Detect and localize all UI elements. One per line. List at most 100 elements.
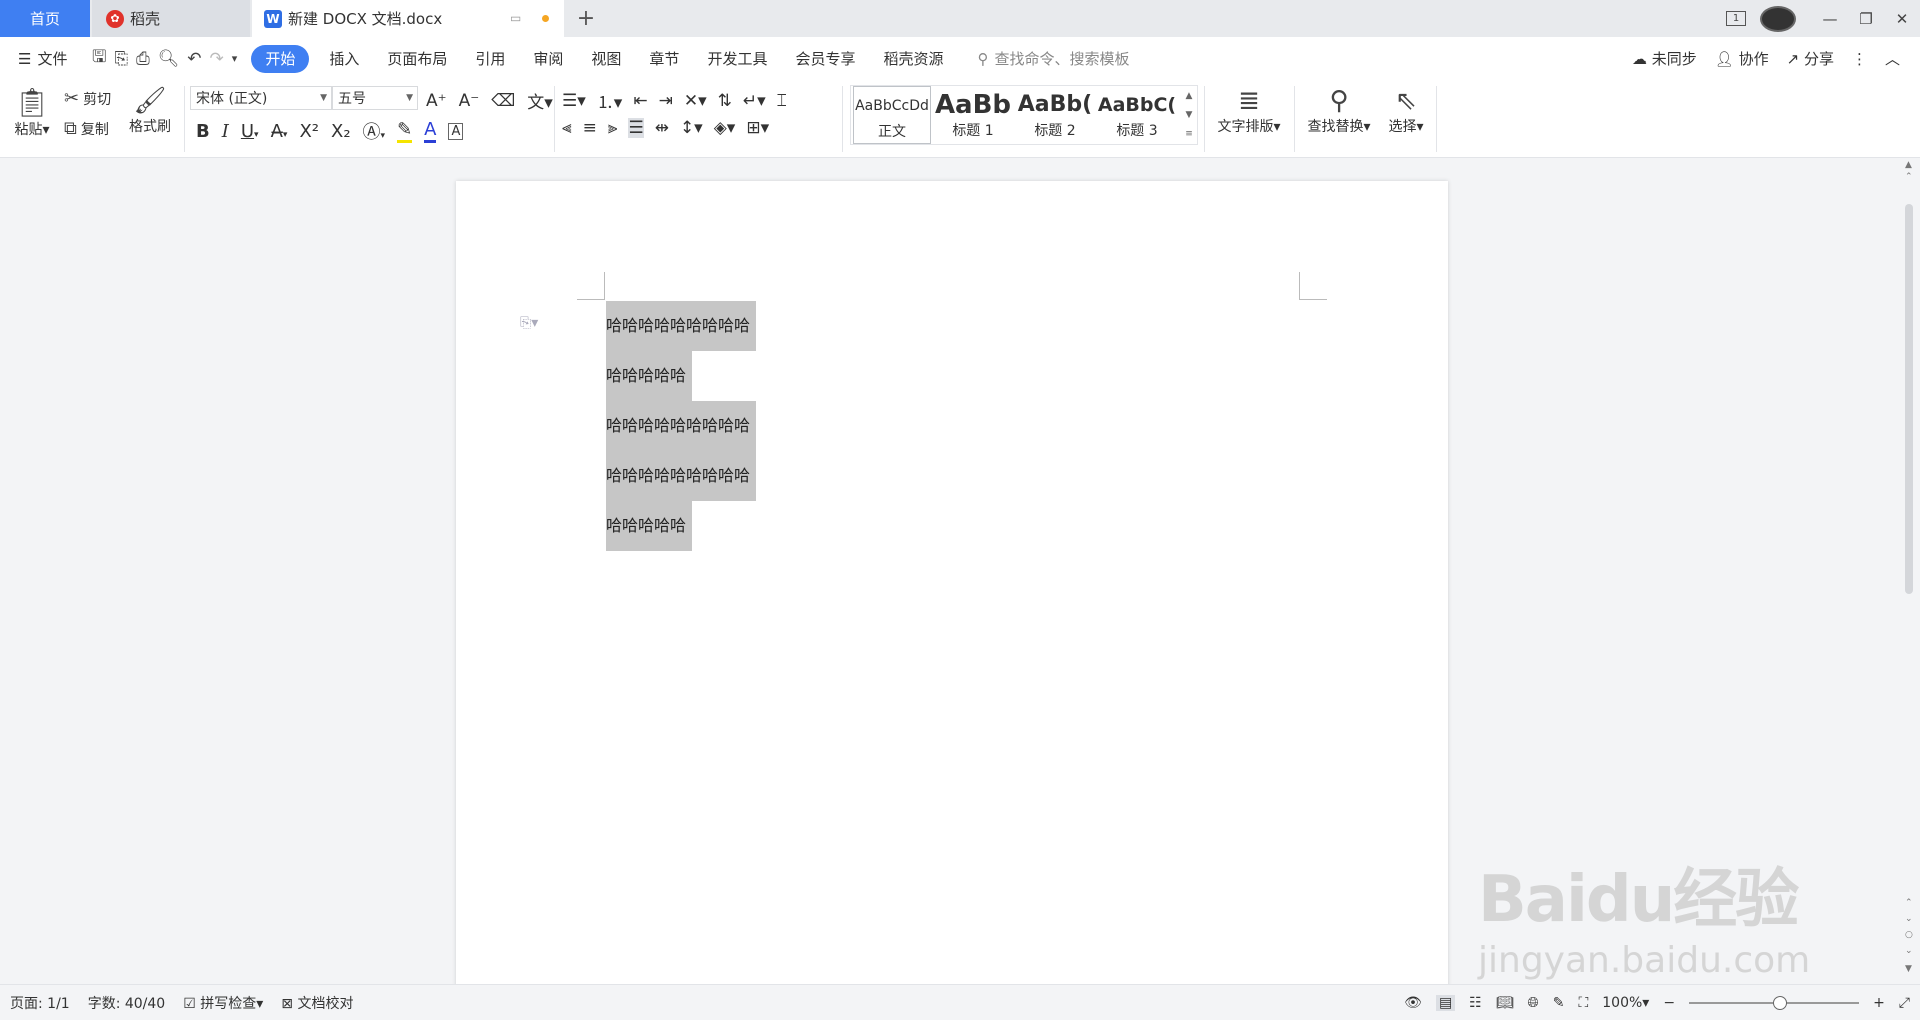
spell-check-button[interactable]: ☑ 拼写检查▾ (183, 993, 263, 1013)
avatar[interactable] (1760, 5, 1796, 32)
write-mode-icon[interactable]: ✎ (1553, 995, 1565, 1011)
save-icon[interactable]: 🖫 (92, 44, 106, 73)
prev-page-icon[interactable]: ⌃ (1905, 898, 1913, 908)
subscript-icon[interactable]: X₂ (331, 121, 351, 142)
window-count-badge[interactable]: 1 (1726, 11, 1746, 26)
eye-protection-icon[interactable]: 👁︎ (1404, 995, 1422, 1011)
paragraph[interactable]: 哈哈哈哈哈哈哈哈哈 (606, 451, 757, 501)
format-painter-button[interactable]: 🖌︎ 格式刷 (126, 86, 174, 136)
numbered-list-icon[interactable]: ⒈▾ (597, 88, 623, 113)
sync-button[interactable]: ☁ 未同步 (1632, 48, 1697, 69)
tab-daoke-resources[interactable]: 稻壳资源 (869, 45, 957, 73)
show-marks-icon[interactable]: ↵▾ (743, 91, 766, 111)
chevron-up-icon[interactable]: ⌃ (1905, 172, 1913, 182)
shrink-font-icon[interactable]: A⁻ (459, 91, 480, 111)
increase-indent-icon[interactable]: ⇥ (659, 91, 673, 111)
undo-icon[interactable]: ↶ (187, 49, 201, 69)
paragraph-layout-icon[interactable]: ⎘▾ (520, 315, 538, 331)
paste-button[interactable]: 📋︎ 粘贴▾ (12, 86, 52, 139)
chevron-down-icon[interactable]: ▼ (1186, 110, 1193, 120)
strikethrough-icon[interactable]: A̶▾ (271, 121, 288, 142)
next-page-icon[interactable]: ⌄ (1905, 946, 1913, 956)
cut-button[interactable]: ✂ 剪切 (64, 88, 111, 109)
style-heading-1[interactable]: AaBb 标题 1 (933, 86, 1013, 144)
tab-review[interactable]: 审阅 (519, 45, 577, 73)
print-icon[interactable]: ⎙ (136, 49, 150, 69)
paragraph[interactable]: 哈哈哈哈哈哈哈哈哈 (606, 301, 757, 351)
clear-format-icon[interactable]: ⌫ (491, 91, 515, 111)
font-name-select[interactable]: 宋体 (正文) ▼ (190, 86, 332, 110)
text-effect-icon[interactable]: Ⓐ▾ (363, 118, 386, 144)
bullet-list-icon[interactable]: ☰▾ (562, 91, 586, 111)
page-indicator[interactable]: 页面: 1/1 (10, 993, 70, 1013)
superscript-icon[interactable]: X² (299, 121, 319, 142)
vertical-scrollbar[interactable]: ▲ ⌃ ⌃ ⌄ ○ ⌄ ▼ (1900, 158, 1920, 984)
fit-page-icon[interactable]: ⛶ (1578, 995, 1588, 1011)
chevron-up-icon[interactable]: ▲ (1186, 91, 1193, 101)
text-layout-button[interactable]: ≣ 文字排版▾ (1212, 86, 1286, 136)
tab-developer[interactable]: 开发工具 (693, 45, 781, 73)
paragraph[interactable]: 哈哈哈哈哈 (606, 351, 693, 401)
phonetic-guide-icon[interactable]: 文▾ (527, 88, 553, 113)
line-spacing-icon[interactable]: ↕▾ (680, 118, 703, 138)
zoom-level[interactable]: 100%▾ (1602, 995, 1649, 1011)
customize-dropdown-icon[interactable]: ▾ (232, 52, 238, 65)
zoom-out-button[interactable]: − (1663, 995, 1675, 1011)
align-center-icon[interactable]: ≡ (583, 118, 597, 138)
paragraph[interactable]: 哈哈哈哈哈哈哈哈哈 (606, 401, 757, 451)
tab-references[interactable]: 引用 (461, 45, 519, 73)
style-heading-3[interactable]: AaBbC( 标题 3 (1097, 86, 1177, 144)
bold-button[interactable]: B (196, 121, 210, 142)
tab-member[interactable]: 会员专享 (781, 45, 869, 73)
zoom-slider[interactable] (1689, 996, 1860, 1010)
document-page[interactable]: ⎘▾ 哈哈哈哈哈哈哈哈哈 哈哈哈哈哈 哈哈哈哈哈哈哈哈哈 哈哈哈哈哈哈哈哈哈 哈… (456, 181, 1448, 1020)
file-menu-button[interactable]: ☰ 文件 (0, 48, 92, 69)
browse-object-icon[interactable]: ○ (1905, 930, 1913, 940)
scrollbar-thumb[interactable] (1905, 204, 1913, 594)
justify-icon[interactable]: ☰ (628, 118, 644, 138)
collapse-ribbon-icon[interactable]: ︿ (1885, 48, 1900, 69)
grow-font-icon[interactable]: A⁺ (426, 91, 447, 111)
highlight-icon[interactable]: ✎ (397, 119, 413, 143)
tab-stops-icon[interactable]: ⌶ (777, 91, 787, 111)
style-heading-2[interactable]: AaBb( 标题 2 (1015, 86, 1095, 144)
monitor-icon[interactable]: ▭ (510, 11, 521, 25)
find-replace-button[interactable]: ⚲ 查找替换▾ (1302, 86, 1376, 136)
paragraph[interactable]: 哈哈哈哈哈 (606, 501, 693, 551)
tab-home[interactable]: 首页 (0, 0, 90, 37)
restore-button[interactable]: ❐ (1848, 10, 1884, 28)
tab-view[interactable]: 视图 (577, 45, 635, 73)
print-preview-icon[interactable]: 🔍︎ (158, 49, 180, 69)
collab-button[interactable]: 👤︎ 协作 (1715, 48, 1769, 69)
tab-document[interactable]: W 新建 DOCX 文档.docx ▭ (252, 0, 564, 37)
borders-icon[interactable]: ⊞▾ (746, 118, 769, 138)
outline-view-icon[interactable]: ☷ (1469, 995, 1482, 1011)
page-view-icon[interactable]: ▤ (1435, 995, 1456, 1011)
shading-icon[interactable]: ◈▾ (714, 118, 736, 138)
scroll-down-icon[interactable]: ▼ (1905, 964, 1912, 974)
fullscreen-icon[interactable]: ⤢ (1899, 995, 1910, 1011)
word-count[interactable]: 字数: 40/40 (88, 993, 166, 1013)
expand-icon[interactable]: ≡ (1185, 129, 1193, 139)
web-view-icon[interactable]: 🌐︎ (1528, 995, 1539, 1011)
distributed-icon[interactable]: ⇹ (655, 118, 669, 138)
char-border-icon[interactable]: A (448, 122, 464, 140)
export-pdf-icon[interactable]: ⎘ (114, 49, 128, 69)
font-color-icon[interactable]: A (424, 119, 437, 143)
sort-icon[interactable]: ⇅ (718, 91, 732, 111)
zoom-in-button[interactable]: + (1873, 995, 1885, 1011)
share-button[interactable]: ↗ 分享 (1787, 48, 1834, 69)
style-normal[interactable]: AaBbCcDd 正文 (853, 86, 931, 144)
prev-page-icon[interactable]: ⌄ (1905, 914, 1913, 924)
chinese-layout-icon[interactable]: ✕▾ (684, 91, 707, 111)
proofread-button[interactable]: ⊠ 文档校对 (281, 993, 353, 1013)
italic-button[interactable]: I (222, 121, 229, 142)
tab-daoke[interactable]: ✿ 稻壳 (92, 0, 250, 37)
close-button[interactable]: ✕ (1884, 10, 1920, 28)
select-button[interactable]: ⇖ 选择▾ (1382, 86, 1430, 136)
tab-chapter[interactable]: 章节 (635, 45, 693, 73)
font-size-select[interactable]: 五号 ▼ (332, 86, 418, 110)
scroll-up-icon[interactable]: ▲ (1905, 160, 1912, 170)
decrease-indent-icon[interactable]: ⇤ (633, 91, 647, 111)
command-search[interactable]: ⚲ 查找命令、搜索模板 (977, 48, 1129, 69)
